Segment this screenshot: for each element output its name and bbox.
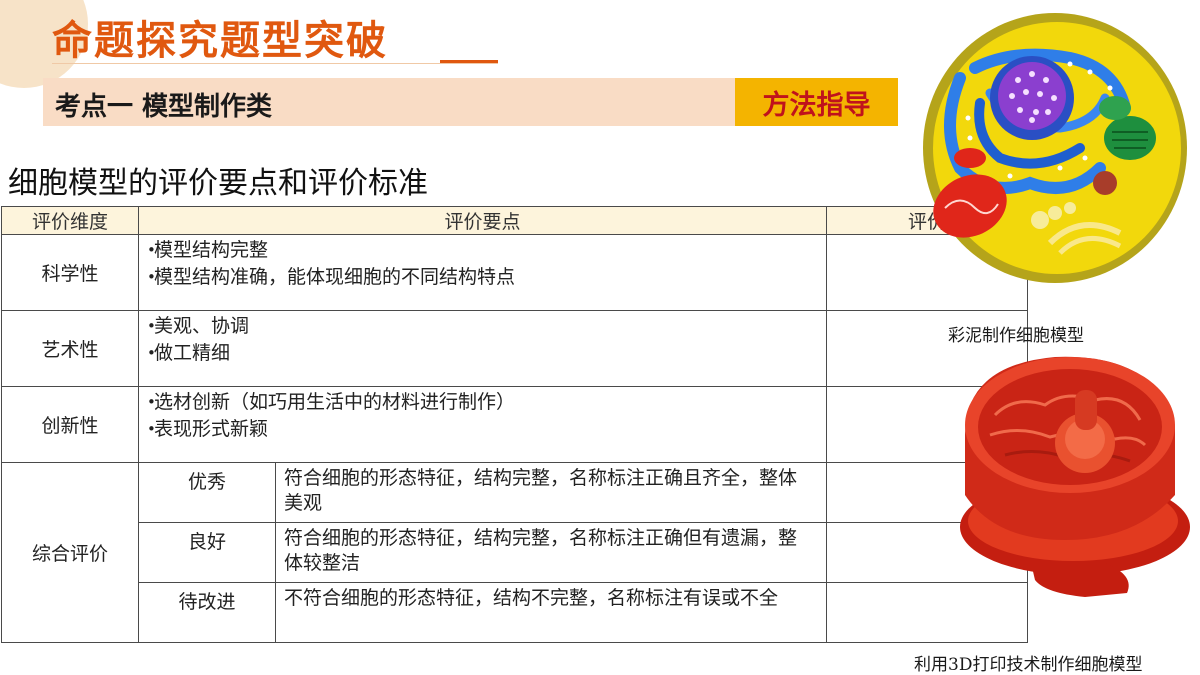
table-row: 科学性 •模型结构完整 •模型结构准确，能体现细胞的不同结构特点 bbox=[1, 234, 1029, 311]
column-header-points: 评价要点 bbox=[137, 206, 828, 235]
bullet-icon: • bbox=[147, 420, 156, 438]
grade-cell: 待改进 bbox=[138, 582, 276, 643]
topic-bar: 考点一 模型制作类 方法指导 bbox=[43, 78, 898, 126]
table-row: 综合评价 优秀 符合细胞的形态特征，结构完整，名称标注正确且齐全，整体美观 bbox=[1, 462, 1029, 643]
method-guide-badge: 方法指导 bbox=[735, 78, 898, 126]
3d-model-caption: 利用3D打印技术制作细胞模型 bbox=[914, 655, 1143, 675]
bullet-icon: • bbox=[147, 241, 156, 259]
table-row: 艺术性 •美观、协调 •做工精细 bbox=[1, 310, 1029, 387]
grade-description: 不符合细胞的形态特征，结构不完整，名称标注有误或不全 bbox=[274, 582, 828, 643]
column-header-dimension: 评价维度 bbox=[1, 206, 139, 235]
3d-printed-cell-model-image bbox=[960, 356, 1190, 597]
table-row: 待改进 不符合细胞的形态特征，结构不完整，名称标注有误或不全 bbox=[2, 582, 1029, 643]
list-item: •模型结构准确，能体现细胞的不同结构特点 bbox=[147, 266, 516, 288]
table-row: 良好 符合细胞的形态特征，结构完整，名称标注正确但有遗漏，整体较整洁 bbox=[2, 522, 1029, 583]
table-header-row: 评价维度 评价要点 评价 bbox=[1, 206, 1029, 235]
list-item: •表现形式新颖 bbox=[147, 418, 269, 440]
dimension-cell: 创新性 bbox=[1, 386, 139, 463]
page-title: 命题探究题型突破 bbox=[52, 18, 388, 64]
points-cell: •选材创新（如巧用生活中的材料进行制作） •表现形式新颖 bbox=[137, 386, 828, 463]
grade-cell: 优秀 bbox=[138, 462, 276, 523]
grade-cell: 良好 bbox=[138, 522, 276, 583]
dimension-cell: 综合评价 bbox=[1, 462, 139, 643]
points-cell: •美观、协调 •做工精细 bbox=[137, 310, 828, 387]
list-item: •选材创新（如巧用生活中的材料进行制作） bbox=[147, 391, 516, 413]
clay-cell-model-image bbox=[923, 13, 1187, 283]
points-cell: •模型结构完整 •模型结构准确，能体现细胞的不同结构特点 bbox=[137, 234, 828, 311]
bullet-icon: • bbox=[147, 268, 156, 286]
table-row: 创新性 •选材创新（如巧用生活中的材料进行制作） •表现形式新颖 bbox=[1, 386, 1029, 463]
bullet-icon: • bbox=[147, 344, 156, 362]
list-item: •美观、协调 bbox=[147, 315, 250, 337]
bullet-icon: • bbox=[147, 317, 156, 335]
grade-description: 符合细胞的形态特征，结构完整，名称标注正确但有遗漏，整体较整洁 bbox=[274, 522, 828, 583]
list-item: •模型结构完整 bbox=[147, 239, 269, 261]
list-item: •做工精细 bbox=[147, 342, 231, 364]
evaluation-table: 评价维度 评价要点 评价 科学性 •模型结构完整 •模型结构准确，能体现细胞的不… bbox=[1, 206, 1029, 643]
title-divider bbox=[52, 63, 498, 64]
dimension-cell: 科学性 bbox=[1, 234, 139, 311]
topic-label: 考点一 模型制作类 bbox=[55, 92, 273, 122]
section-heading: 细胞模型的评价要点和评价标准 bbox=[8, 166, 428, 201]
dimension-cell: 艺术性 bbox=[1, 310, 139, 387]
bullet-icon: • bbox=[147, 393, 156, 411]
title-underline-accent bbox=[440, 60, 498, 63]
grade-description: 符合细胞的形态特征，结构完整，名称标注正确且齐全，整体美观 bbox=[274, 462, 828, 523]
